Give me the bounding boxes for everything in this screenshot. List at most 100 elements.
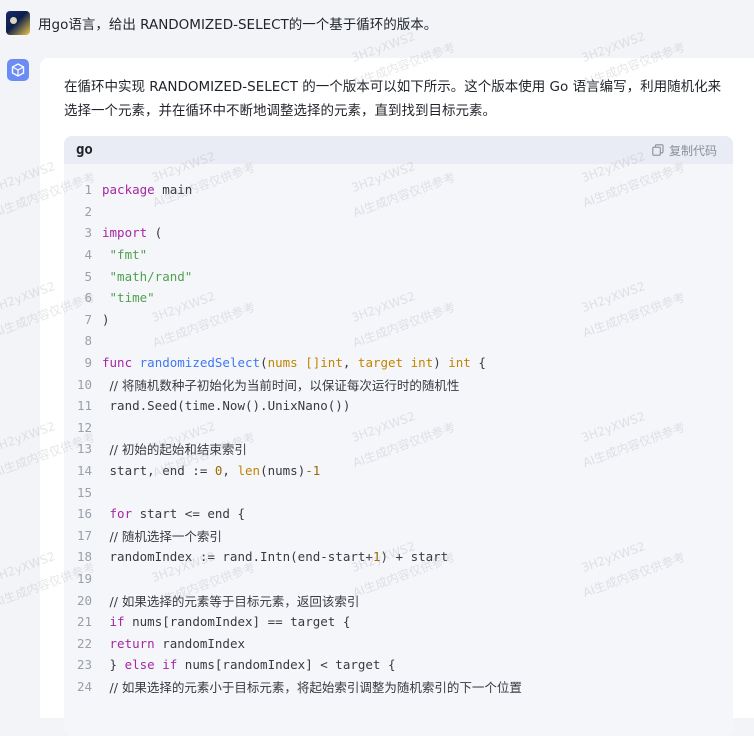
code-token: nums []int xyxy=(267,355,343,371)
copy-code-label: 复制代码 xyxy=(668,143,717,158)
line-number: 7 xyxy=(84,311,92,327)
line-number: 17 xyxy=(76,527,92,543)
code-line: 24 // 如果选择的元素小于目标元素，将起始索引调整为随机索引的下一个位置 xyxy=(64,676,733,698)
code-token: "math/rand" xyxy=(109,268,193,284)
code-line: 1 package main xyxy=(64,179,733,201)
code-block: go 复制代码 1 package main 2 3 import (4 "fmt" 5 … xyxy=(64,136,733,736)
line-number: 14 xyxy=(76,463,92,479)
line-number: 8 xyxy=(84,333,92,349)
code-line: 13 // 初始的起始和结束索引 xyxy=(64,438,733,460)
line-number: 18 xyxy=(76,549,92,565)
code-token: return xyxy=(109,635,155,651)
code-text: // 如果选择的元素小于目标元素，将起始索引调整为随机索引的下一个位置 xyxy=(102,677,733,696)
line-number: 16 xyxy=(76,506,92,522)
line-number: 19 xyxy=(76,570,92,586)
code-token: package xyxy=(102,182,155,198)
code-token: ) xyxy=(433,355,449,371)
code-text: "math/rand" xyxy=(102,269,733,284)
code-language-label: go xyxy=(76,142,93,158)
code-line: 2 xyxy=(64,201,733,223)
code-token: nums[randomIndex] < target { xyxy=(177,657,396,673)
code-text: func randomizedSelect(nums []int, target… xyxy=(102,355,733,370)
code-line: 3 import ( xyxy=(64,222,733,244)
code-token: if xyxy=(109,614,125,630)
code-token: randomIndex xyxy=(154,635,245,651)
code-line: 15 xyxy=(64,481,733,503)
code-token: target int xyxy=(357,355,434,371)
code-line: 12 xyxy=(64,417,733,439)
code-text: // 随机选择一个索引 xyxy=(102,526,733,545)
code-text: rand.Seed(time.Now().UnixNano()) xyxy=(102,398,733,413)
code-line: 17 // 随机选择一个索引 xyxy=(64,525,733,547)
line-number: 22 xyxy=(76,635,92,651)
line-number: 15 xyxy=(76,484,92,500)
code-token: start, end := xyxy=(102,463,215,479)
code-token: func xyxy=(102,355,133,371)
code-text: "fmt" xyxy=(102,247,733,262)
code-token: } xyxy=(102,657,125,673)
line-number: 13 xyxy=(76,441,92,457)
code-line: 7) xyxy=(64,309,733,331)
copy-code-button[interactable]: 复制代码 xyxy=(652,142,717,159)
code-token: for xyxy=(109,506,133,522)
code-text: randomIndex := rand.Intn(end-start+1) + … xyxy=(102,549,733,564)
line-number: 5 xyxy=(84,268,92,284)
line-number: 3 xyxy=(84,225,92,241)
line-number: 12 xyxy=(76,419,92,435)
code-text: ) xyxy=(102,312,733,327)
code-token: { xyxy=(470,355,486,371)
code-line: 21 if nums[randomIndex] == target { xyxy=(64,611,733,633)
code-token: ( xyxy=(260,355,268,371)
line-number: 6 xyxy=(84,290,92,306)
assistant-reply: 在循环中实现 RANDOMIZED-SELECT 的一个版本可以如下所示。这个版… xyxy=(40,58,754,736)
code-text: return randomIndex xyxy=(102,636,733,651)
code-line: 11 rand.Seed(time.Now().UnixNano()) xyxy=(64,395,733,417)
code-text: if nums[randomIndex] == target { xyxy=(102,614,733,629)
code-text: // 如果选择的元素等于目标元素，返回该索引 xyxy=(102,591,733,610)
line-number: 24 xyxy=(76,678,92,694)
code-token: , xyxy=(342,355,358,371)
code-line: 14 start, end := 0, len(nums)-1 xyxy=(64,460,733,482)
code-token: "time" xyxy=(109,290,155,306)
line-number: 9 xyxy=(84,355,92,371)
line-number: 11 xyxy=(76,398,92,414)
code-token: (nums) xyxy=(260,463,306,479)
user-avatar[interactable] xyxy=(6,11,30,35)
line-number: 4 xyxy=(84,247,92,263)
code-token: "fmt" xyxy=(109,247,148,263)
copy-icon xyxy=(652,144,664,156)
code-line: 16 for start <= end { xyxy=(64,503,733,525)
code-text: "time" xyxy=(102,290,733,305)
code-token: rand.Seed(time.Now().UnixNano()) xyxy=(102,398,351,414)
code-header: go 复制代码 xyxy=(64,136,733,164)
code-token: // 将随机数种子初始化为当前时间，以保证每次运行时的随机性 xyxy=(109,377,460,393)
code-token: ( xyxy=(147,225,163,241)
code-line: 18 randomIndex := rand.Intn(end-start+1)… xyxy=(64,546,733,568)
code-token: // 随机选择一个索引 xyxy=(109,528,222,544)
code-line: 9 func randomizedSelect(nums []int, targe… xyxy=(64,352,733,374)
code-token: else if xyxy=(124,657,178,673)
code-token: -1 xyxy=(305,463,321,479)
code-token: ) xyxy=(102,311,110,327)
code-token: len xyxy=(237,463,261,479)
code-line: 19 xyxy=(64,568,733,590)
code-text: for start <= end { xyxy=(102,506,733,521)
code-text: import ( xyxy=(102,225,733,240)
line-number: 21 xyxy=(76,614,92,630)
code-line: 20 // 如果选择的元素等于目标元素，返回该索引 xyxy=(64,589,733,611)
code-token: ) + start xyxy=(380,549,449,565)
code-token: main xyxy=(154,182,193,198)
ai-avatar xyxy=(7,59,29,81)
code-token: import xyxy=(102,225,148,241)
cube-icon xyxy=(11,63,25,77)
code-line: 22 return randomIndex xyxy=(64,632,733,654)
